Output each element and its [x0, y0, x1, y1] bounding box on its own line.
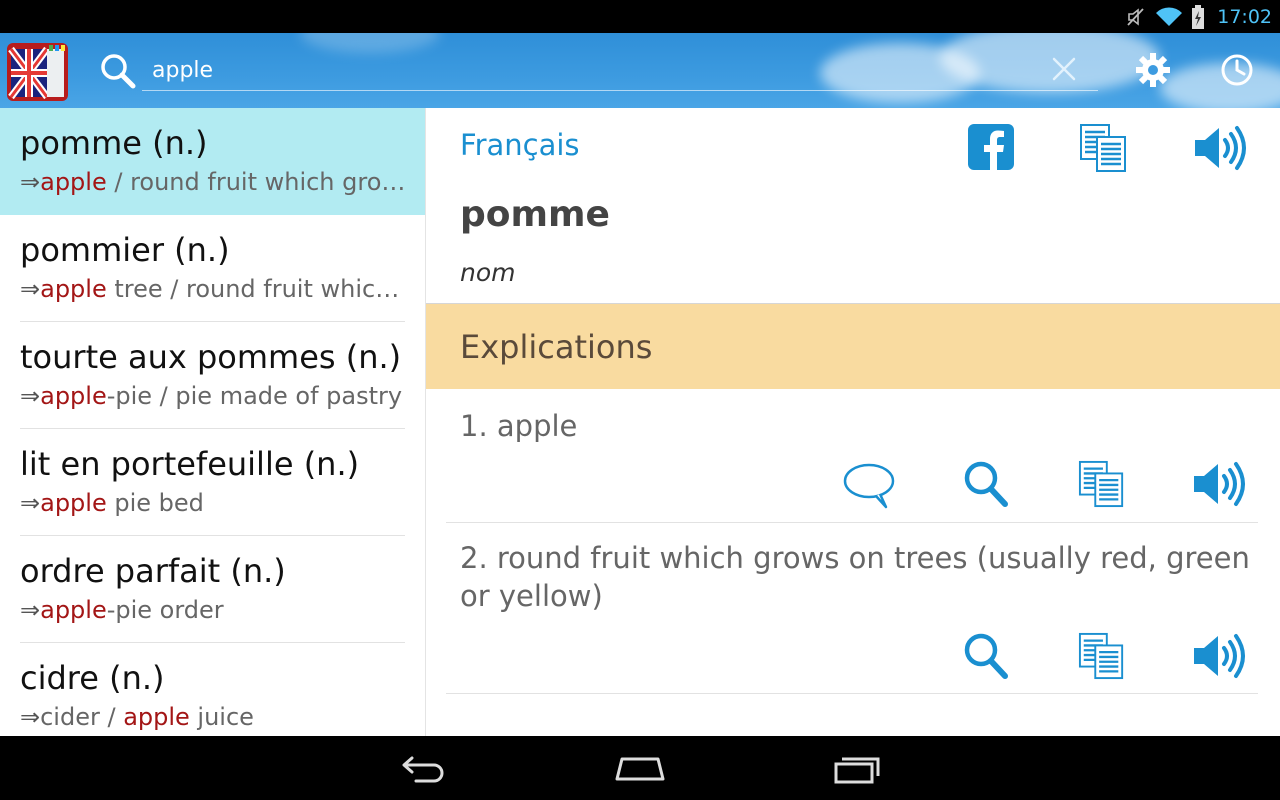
result-term: pomme (n.) — [20, 124, 208, 162]
settings-icon[interactable] — [1134, 51, 1172, 89]
part-of-speech: nom — [460, 258, 516, 287]
detail-pane: Français pomme nom Explications 1. apple — [426, 108, 1280, 736]
comment-icon[interactable] — [842, 461, 896, 509]
meaning-text: 1. apple — [460, 409, 578, 443]
muted-icon — [1127, 7, 1144, 26]
result-gloss: ⇒apple tree / round fruit which grows on… — [20, 275, 406, 303]
list-item[interactable]: ordre parfait (n.) ⇒apple-pie order — [0, 536, 425, 643]
list-item[interactable]: cidre (n.) ⇒cider / apple juice — [0, 643, 425, 736]
entry-header: Français pomme nom — [426, 108, 1280, 304]
status-clock: 17:02 — [1217, 5, 1272, 28]
app-bar — [0, 33, 1280, 108]
result-gloss: ⇒apple-pie order — [20, 596, 224, 624]
headword: pomme — [460, 194, 610, 235]
list-item[interactable]: lit en portefeuille (n.) ⇒apple pie bed — [0, 429, 425, 536]
recent-apps-icon[interactable] — [832, 754, 882, 784]
meaning-item: 1. apple — [446, 389, 1258, 523]
list-item[interactable]: tourte aux pommes (n.) ⇒apple-pie / pie … — [0, 322, 425, 429]
result-gloss: ⇒apple / round fruit which grows on tree… — [20, 168, 406, 196]
wifi-icon — [1156, 6, 1183, 26]
clear-icon[interactable] — [1048, 53, 1080, 85]
status-bar: 17:02 — [0, 0, 1280, 33]
search-icon[interactable] — [962, 459, 1010, 509]
result-term: ordre parfait (n.) — [20, 552, 286, 590]
search-input[interactable] — [142, 51, 1098, 91]
result-term: tourte aux pommes (n.) — [20, 338, 402, 376]
list-item[interactable]: pomme (n.) ⇒apple / round fruit which gr… — [0, 108, 425, 215]
speaker-icon[interactable] — [1192, 459, 1248, 509]
meaning-text: 2. round fruit which grows on trees (usu… — [460, 541, 1250, 613]
section-title: Explications — [460, 328, 653, 366]
result-gloss: ⇒apple-pie / pie made of pastry — [20, 382, 403, 410]
search-icon[interactable] — [98, 51, 138, 91]
navigation-bar — [0, 736, 1280, 800]
speaker-icon[interactable] — [1192, 631, 1248, 681]
facebook-icon[interactable] — [967, 123, 1015, 171]
result-term: cidre (n.) — [20, 659, 165, 697]
results-list: pomme (n.) ⇒apple / round fruit which gr… — [0, 108, 426, 736]
search-icon[interactable] — [962, 631, 1010, 681]
result-term: lit en portefeuille (n.) — [20, 445, 360, 483]
result-gloss: ⇒cider / apple juice — [20, 703, 254, 731]
copy-icon[interactable] — [1079, 123, 1129, 173]
result-term: pommier (n.) — [20, 231, 230, 269]
history-icon[interactable] — [1219, 52, 1255, 88]
list-item[interactable]: pommier (n.) ⇒apple tree / round fruit w… — [0, 215, 425, 322]
language-label: Français — [460, 128, 580, 162]
battery-icon — [1192, 4, 1205, 29]
app-logo-icon[interactable] — [7, 41, 68, 101]
copy-icon[interactable] — [1078, 631, 1126, 681]
home-icon[interactable] — [614, 754, 666, 782]
speaker-icon[interactable] — [1193, 123, 1249, 173]
back-icon[interactable] — [400, 754, 448, 784]
meaning-item: 2. round fruit which grows on trees (usu… — [446, 523, 1258, 694]
copy-icon[interactable] — [1078, 459, 1126, 509]
section-header: Explications — [426, 304, 1280, 389]
result-gloss: ⇒apple pie bed — [20, 489, 204, 517]
